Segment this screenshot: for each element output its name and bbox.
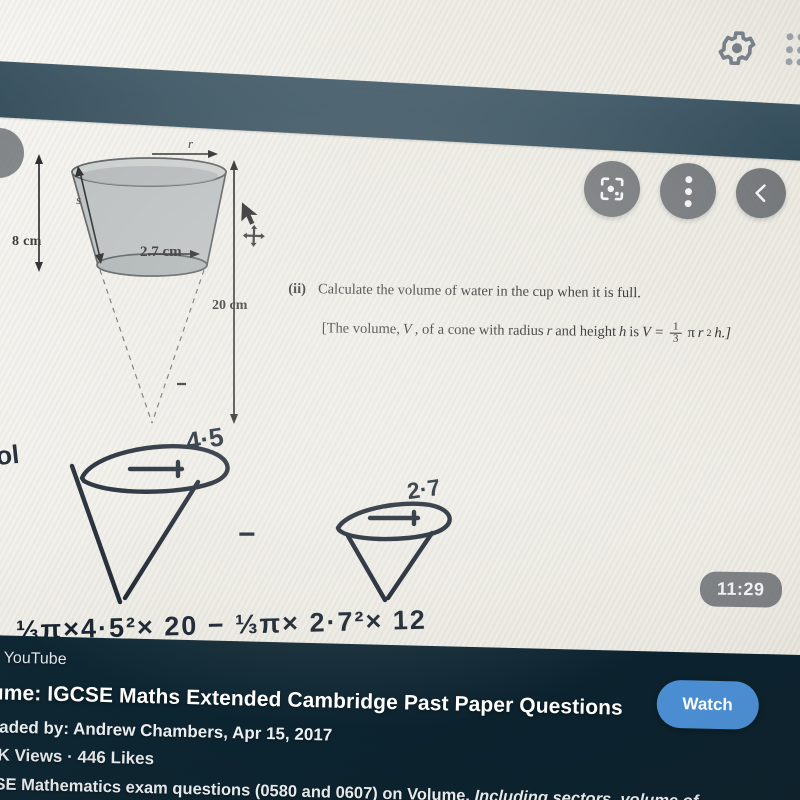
diagram-svg [35,150,238,424]
formula-is: is [629,324,640,341]
question-text: Calculate the volume of water in the cup… [317,281,642,302]
dimension-2-7cm: 2.7 cm [140,244,182,260]
floating-action-buttons [583,160,787,222]
video-uploader: loaded by: Andrew Chambers, Apr 15, 2017 [0,717,333,745]
mouse-cursor-icon [238,202,280,260]
video-timestamp-badge: 11:29 [700,571,783,608]
formula-equals: V = [641,324,665,341]
question-number: (ii) [288,280,307,298]
question-block: (ii) Calculate the volume of water in th… [288,280,789,347]
formula-and: and height [555,323,617,341]
video-result-card[interactable]: YouTube lume: IGCSE Maths Extended Cambr… [0,635,800,800]
dimension-20cm: 20 cm [212,298,248,313]
more-vertical-icon [684,175,692,207]
question-formula-note: [The volume, V, of a cone with radius r … [322,317,788,347]
more-options-button[interactable] [659,162,717,220]
handwritten-minus-sign: − [238,518,256,551]
top-toolbar [715,26,800,71]
video-stats: .6K Views · 446 Likes [0,745,155,769]
video-title[interactable]: lume: IGCSE Maths Extended Cambridge Pas… [0,681,653,721]
video-description-italic: Including sectors, volume of [474,787,699,800]
lens-icon-button[interactable] [583,160,641,218]
video-description: CSE Mathematics exam questions (0580 and… [0,775,800,800]
chevron-left-icon [755,184,766,203]
photographed-screen: r s 8 cm 2.7 cm 20 cm (ii) Calculate the… [0,0,800,800]
formula-tail-h: h.] [714,325,732,342]
back-button[interactable] [735,167,787,219]
gear-icon[interactable] [715,26,759,70]
diagram-label-r: r [188,136,194,151]
formula-symbol-v: V [402,321,412,338]
dimension-8cm: 8 cm [12,234,42,249]
handwritten-radius-small: 2·7 [405,473,442,505]
video-description-plain: CSE Mathematics exam questions (0580 and… [0,775,475,800]
formula-tail-r: r [697,325,704,342]
formula-mid: , of a cone with radius [414,321,544,340]
formula-symbol-h: h [618,324,627,341]
formula-symbol-r: r [546,323,553,340]
cup-frustum-diagram: r s 8 cm 2.7 cm 20 cm [0,130,300,460]
watch-button[interactable]: Watch [655,679,760,730]
formula-pi: π [687,325,695,342]
formula-exponent: 2 [706,328,712,340]
apps-grid-icon[interactable] [785,33,800,68]
fraction-denominator: 3 [672,333,679,346]
fraction-one-third: 13 [670,320,682,346]
diagram-label-s: s [76,192,82,207]
formula-prefix: [The volume, [321,320,401,338]
video-source-label: YouTube [3,649,67,669]
